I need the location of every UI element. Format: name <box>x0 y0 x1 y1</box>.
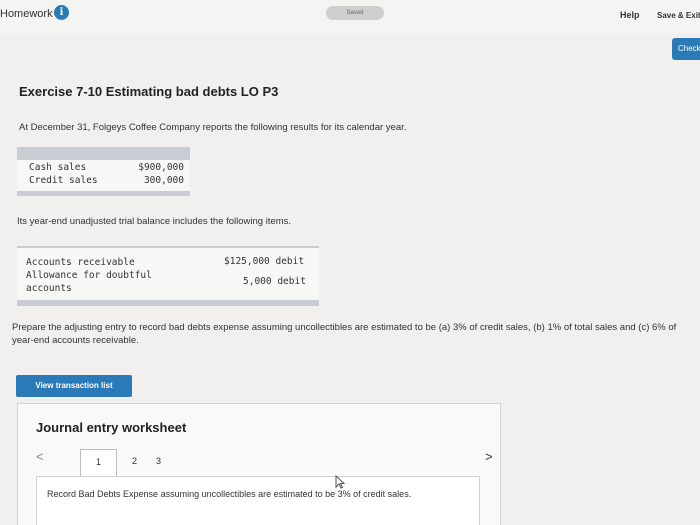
trial-balance-intro: Its year-end unadjusted trial balance in… <box>17 216 292 227</box>
journal-entry-worksheet: Journal entry worksheet < 1 2 3 > Record… <box>17 403 501 525</box>
allowance-label: Allowance for doubtful <box>26 270 152 281</box>
worksheet-instruction: Record Bad Debts Expense assuming uncoll… <box>47 489 412 499</box>
sales-row-value: $900,000 <box>138 162 184 173</box>
help-link[interactable]: Help <box>620 10 640 20</box>
info-icon[interactable]: i <box>54 5 69 20</box>
view-transaction-list-button[interactable]: View transaction list <box>16 375 132 397</box>
exercise-prompt: Prepare the adjusting entry to record ba… <box>12 322 677 346</box>
mouse-cursor-icon <box>335 474 346 492</box>
chevron-left-icon[interactable]: < <box>36 449 44 464</box>
homework-title: Homework <box>0 8 53 20</box>
exercise-title: Exercise 7-10 Estimating bad debts LO P3 <box>19 84 279 99</box>
trial-balance-table: Accounts receivable $125,000 debit Allow… <box>17 246 319 306</box>
sales-row-label: Cash sales <box>29 162 87 173</box>
exercise-intro: At December 31, Folgeys Coffee Company r… <box>19 122 407 133</box>
worksheet-panel: Record Bad Debts Expense assuming uncoll… <box>36 476 480 525</box>
sales-row-label: Credit sales <box>29 175 98 186</box>
worksheet-page-tab-2[interactable]: 2 <box>132 456 137 466</box>
save-exit-button[interactable]: Save & Exit <box>657 11 700 20</box>
saved-status-badge: Saved <box>326 6 384 20</box>
worksheet-title: Journal entry worksheet <box>36 420 187 435</box>
sales-row-value: 300,000 <box>143 175 184 186</box>
check-button[interactable]: Check <box>672 38 700 60</box>
worksheet-page-tab-1[interactable]: 1 <box>80 449 117 477</box>
accounts-receivable-value: $125,000 debit <box>224 256 305 267</box>
sales-table: Cash sales $900,000 Credit sales 300,000 <box>17 147 190 196</box>
allowance-value: 5,000 debit <box>243 276 306 287</box>
worksheet-page-tab-3[interactable]: 3 <box>156 456 161 466</box>
top-bar: Homework i Saved Help Save & Exit <box>0 0 700 34</box>
accounts-receivable-label: Accounts receivable <box>26 257 135 268</box>
allowance-label-cont: accounts <box>26 283 72 294</box>
chevron-right-icon[interactable]: > <box>485 449 493 464</box>
